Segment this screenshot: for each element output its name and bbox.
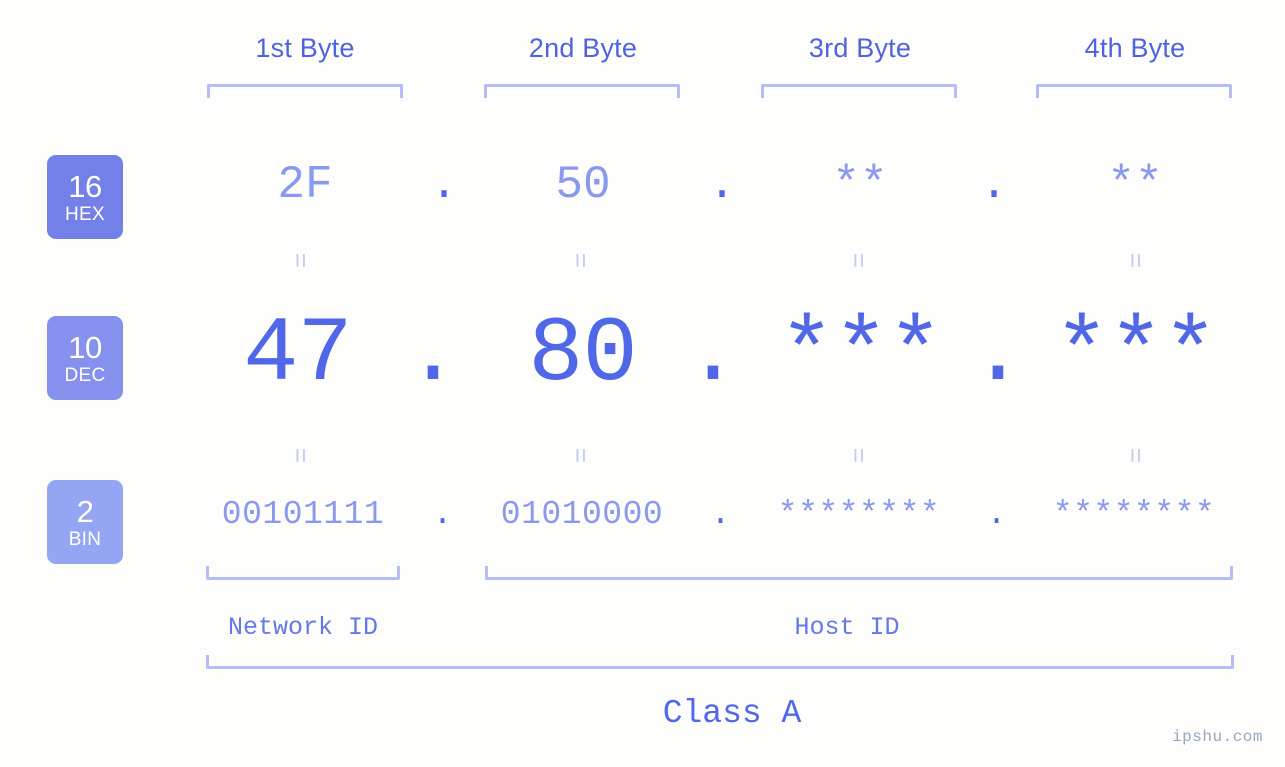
- equals-mark-dec-bin-4: =: [1121, 447, 1151, 465]
- byte-header-4: 4th Byte: [1084, 33, 1186, 63]
- base-badge-bin: 2 BIN: [47, 480, 123, 564]
- equals-mark-hex-dec-1: =: [286, 252, 316, 270]
- equals-mark-hex-dec-2: =: [566, 252, 596, 270]
- dec-byte-1: 47: [243, 302, 352, 407]
- hex-byte-1: 2F: [277, 159, 333, 211]
- bin-byte-1: 00101111: [221, 496, 385, 533]
- dec-separator-2: .: [685, 302, 741, 407]
- dec-byte-2: 80: [528, 302, 637, 407]
- watermark: ipshu.com: [1172, 728, 1263, 746]
- bin-byte-3: ********: [777, 496, 941, 533]
- base-badge-dec-abbr: DEC: [64, 364, 106, 386]
- byte-bracket-2: [484, 84, 680, 98]
- hex-byte-3: **: [832, 159, 888, 211]
- base-badge-hex-number: 16: [68, 168, 102, 204]
- bin-separator-3: .: [986, 496, 1007, 533]
- dec-separator-3: .: [970, 302, 1026, 407]
- byte-header-1: 1st Byte: [255, 33, 355, 63]
- class-label: Class A: [662, 695, 802, 732]
- byte-bracket-1: [207, 84, 403, 98]
- host-id-bracket: [485, 566, 1233, 580]
- hex-separator-3: .: [980, 159, 1008, 211]
- bin-byte-4: ********: [1052, 496, 1216, 533]
- equals-mark-dec-bin-3: =: [844, 447, 874, 465]
- base-badge-bin-abbr: BIN: [68, 528, 102, 550]
- hex-separator-1: .: [430, 159, 458, 211]
- byte-header-3: 3rd Byte: [808, 33, 912, 63]
- equals-mark-hex-dec-4: =: [1121, 252, 1151, 270]
- bin-separator-2: .: [710, 496, 731, 533]
- hex-byte-4: **: [1107, 159, 1163, 211]
- hex-byte-2: 50: [555, 159, 611, 211]
- hex-separator-2: .: [708, 159, 736, 211]
- byte-header-2: 2nd Byte: [528, 33, 638, 63]
- base-badge-bin-number: 2: [76, 493, 94, 529]
- equals-mark-dec-bin-2: =: [566, 447, 596, 465]
- dec-separator-1: .: [405, 302, 461, 407]
- dec-byte-3: ***: [779, 302, 943, 407]
- bin-byte-2: 01010000: [500, 496, 664, 533]
- base-badge-hex-abbr: HEX: [65, 203, 105, 225]
- equals-mark-dec-bin-1: =: [286, 447, 316, 465]
- base-badge-hex: 16 HEX: [47, 155, 123, 239]
- base-badge-dec-number: 10: [68, 329, 102, 365]
- network-id-bracket: [206, 566, 400, 580]
- byte-bracket-3: [761, 84, 957, 98]
- ip-address-breakdown-diagram: 1st Byte 2nd Byte 3rd Byte 4th Byte 16 H…: [0, 0, 1285, 767]
- network-id-label: Network ID: [227, 613, 379, 642]
- dec-byte-4: ***: [1054, 302, 1218, 407]
- byte-bracket-4: [1036, 84, 1232, 98]
- host-id-label: Host ID: [794, 613, 900, 642]
- equals-mark-hex-dec-3: =: [844, 252, 874, 270]
- class-bracket: [206, 655, 1234, 669]
- base-badge-dec: 10 DEC: [47, 316, 123, 400]
- bin-separator-1: .: [432, 496, 453, 533]
